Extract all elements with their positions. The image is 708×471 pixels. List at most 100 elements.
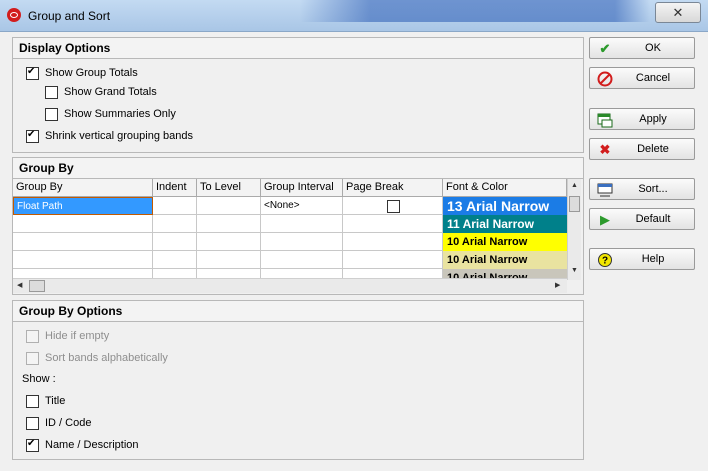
checkmark-icon: ✔ [599, 41, 611, 56]
sort-bands-checkbox[interactable]: Sort bands alphabetically [26, 350, 168, 366]
cell-empty[interactable] [197, 215, 261, 233]
svg-text:?: ? [602, 256, 608, 267]
button-label: Help [641, 253, 665, 265]
group-by-options-panel: Group By Options Hide if empty Sort band… [12, 300, 584, 460]
id-code-checkbox[interactable]: ID / Code [26, 415, 91, 431]
oracle-app-icon [7, 8, 21, 22]
checkbox-box[interactable] [45, 107, 58, 121]
scroll-left-arrow-icon[interactable]: ◀ [17, 281, 22, 289]
cell-empty[interactable] [343, 251, 443, 269]
window-title: Group and Sort [28, 9, 111, 23]
page-break-checkbox[interactable] [387, 200, 400, 213]
shrink-bands-checkbox[interactable]: Shrink vertical grouping bands [26, 128, 193, 144]
cancel-icon [597, 71, 613, 87]
ok-button[interactable]: ✔ OK [589, 37, 695, 59]
cell-empty[interactable] [153, 215, 197, 233]
checkbox-box[interactable] [26, 329, 39, 343]
checkbox-label: Show Summaries Only [64, 108, 176, 120]
col-group-interval[interactable]: Group Interval [261, 179, 343, 196]
checkbox-box[interactable] [26, 394, 39, 408]
title-checkbox[interactable]: Title [26, 393, 65, 409]
cell-empty[interactable] [261, 215, 343, 233]
font-sample-level-3[interactable]: 10 Arial Narrow [443, 233, 567, 251]
checkbox-box[interactable] [26, 416, 39, 430]
cell-empty[interactable] [13, 215, 153, 233]
group-by-panel: Group By Group By Indent To Level Group … [12, 157, 584, 295]
grid-header: Group By Indent To Level Group Interval … [13, 179, 567, 197]
checkbox-label: Title [45, 395, 66, 407]
vertical-scrollbar[interactable]: ▲ ▼ [567, 179, 581, 280]
close-button[interactable]: ✕ [655, 2, 701, 23]
button-label: Sort... [638, 183, 668, 195]
checkbox-label: Sort bands alphabetically [45, 352, 168, 364]
button-label: Apply [639, 113, 667, 125]
col-to-level[interactable]: To Level [197, 179, 261, 196]
cell-empty[interactable] [13, 233, 153, 251]
button-label: Delete [637, 143, 669, 155]
cell-empty[interactable] [153, 233, 197, 251]
display-options-header: Display Options [13, 38, 583, 59]
name-description-checkbox[interactable]: Name / Description [26, 437, 139, 453]
checkbox-box[interactable] [26, 351, 39, 365]
delete-button[interactable]: ✖ Delete [589, 138, 695, 160]
checkbox-label: Show Grand Totals [64, 86, 157, 98]
col-font-color[interactable]: Font & Color [443, 179, 567, 196]
checkbox-box[interactable] [26, 437, 39, 452]
checkbox-label: ID / Code [45, 417, 92, 429]
scroll-down-arrow-icon[interactable]: ▼ [571, 267, 578, 274]
group-by-options-header: Group By Options [13, 301, 583, 322]
apply-button[interactable]: Apply [589, 108, 695, 130]
checkbox-label: Shrink vertical grouping bands [45, 130, 193, 142]
cell-empty[interactable] [343, 215, 443, 233]
show-grand-totals-checkbox[interactable]: Show Grand Totals [45, 84, 157, 100]
cell-empty[interactable] [197, 233, 261, 251]
cell-empty[interactable] [13, 251, 153, 269]
checkbox-box[interactable] [26, 128, 39, 143]
cell-empty[interactable] [261, 251, 343, 269]
cell-empty[interactable] [153, 251, 197, 269]
cell-page-break [343, 197, 443, 215]
checkbox-box[interactable] [45, 85, 58, 99]
font-sample-level-2[interactable]: 11 Arial Narrow [443, 215, 567, 233]
scroll-right-arrow-icon[interactable]: ▶ [555, 281, 560, 289]
button-label: Cancel [635, 72, 671, 84]
display-options-panel: Display Options Show Group Totals Show G… [12, 37, 584, 153]
checkbox-label: Show Group Totals [45, 67, 138, 79]
sort-button[interactable]: Sort... [589, 178, 695, 200]
cell-empty[interactable] [343, 233, 443, 251]
checkbox-label: Hide if empty [45, 330, 110, 342]
cell-empty[interactable] [197, 251, 261, 269]
col-indent[interactable]: Indent [153, 179, 197, 196]
cell-group-interval[interactable]: <None> [261, 197, 343, 215]
title-bar: Group and Sort ✕ [0, 0, 708, 32]
show-group-totals-checkbox[interactable]: Show Group Totals [26, 65, 138, 81]
apply-icon [597, 112, 613, 128]
show-summaries-only-checkbox[interactable]: Show Summaries Only [45, 106, 176, 122]
button-label: OK [645, 42, 661, 54]
hide-if-empty-checkbox[interactable]: Hide if empty [26, 328, 109, 344]
col-page-break[interactable]: Page Break [343, 179, 443, 196]
scroll-thumb[interactable] [569, 196, 580, 212]
cell-empty[interactable] [261, 233, 343, 251]
cell-indent[interactable] [153, 197, 197, 215]
scroll-thumb[interactable] [29, 280, 45, 292]
help-icon: ? [597, 252, 613, 268]
group-by-header: Group By [13, 158, 583, 179]
col-group-by[interactable]: Group By [13, 179, 153, 196]
group-by-grid[interactable]: Group By Indent To Level Group Interval … [13, 179, 581, 280]
horizontal-scrollbar[interactable]: ◀ ▶ [13, 278, 567, 293]
default-button[interactable]: ▶ Default [589, 208, 695, 230]
cell-to-level[interactable] [197, 197, 261, 215]
cell-group-by[interactable]: Float Path [13, 197, 153, 215]
checkbox-box[interactable] [26, 65, 39, 80]
show-label-text: Show : [22, 373, 56, 385]
scroll-up-arrow-icon[interactable]: ▲ [571, 182, 578, 189]
show-label: Show : [22, 371, 56, 387]
background-window-blur [300, 0, 650, 22]
cancel-button[interactable]: Cancel [589, 67, 695, 89]
sort-icon [597, 182, 613, 198]
help-button[interactable]: ? Help [589, 248, 695, 270]
font-sample-level-1[interactable]: 13 Arial Narrow [443, 197, 567, 215]
font-sample-level-4[interactable]: 10 Arial Narrow [443, 251, 567, 269]
button-label: Default [635, 213, 671, 225]
